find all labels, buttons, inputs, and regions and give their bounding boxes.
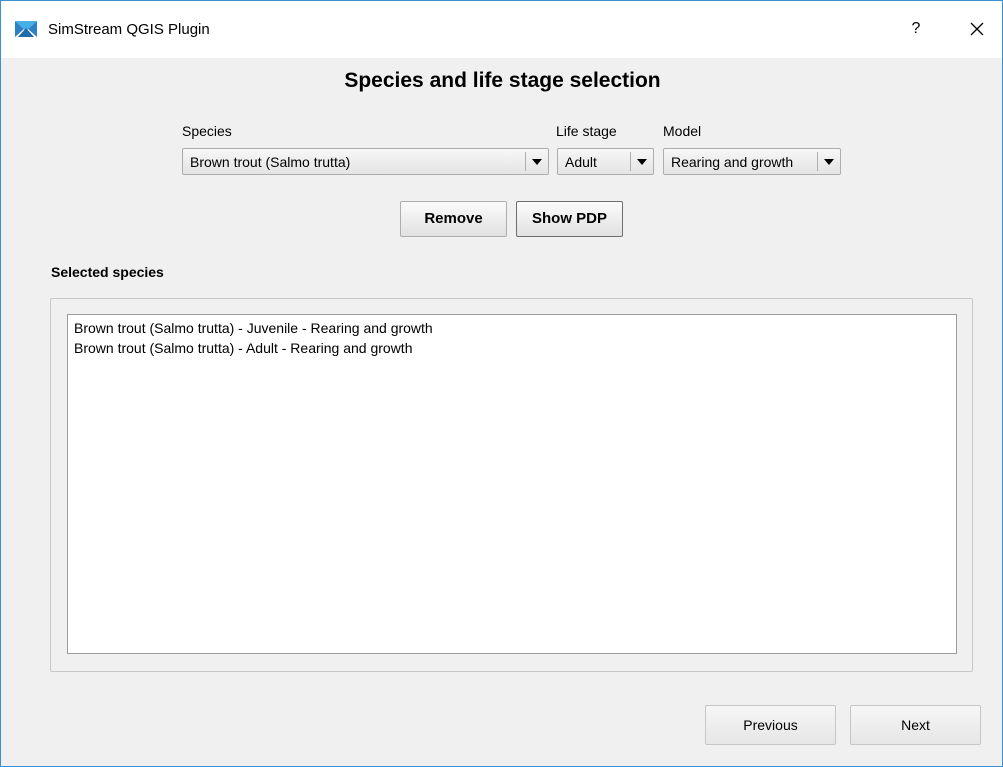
previous-button[interactable]: Previous [705, 705, 836, 745]
list-item[interactable]: Brown trout (Salmo trutta) - Juvenile - … [74, 318, 950, 338]
close-icon[interactable] [963, 15, 991, 43]
model-label: Model [663, 123, 702, 139]
life-stage-value: Adult [565, 154, 597, 170]
list-item[interactable]: Brown trout (Salmo trutta) - Adult - Rea… [74, 338, 950, 358]
life-stage-label: Life stage [556, 123, 617, 139]
species-dropdown[interactable]: Brown trout (Salmo trutta) [182, 148, 549, 175]
selected-species-list[interactable]: Brown trout (Salmo trutta) - Juvenile - … [67, 314, 957, 654]
window-title: SimStream QGIS Plugin [48, 21, 210, 38]
title-bar: SimStream QGIS Plugin ? [1, 1, 1002, 58]
dropdown-separator [817, 152, 818, 171]
chevron-down-icon [637, 159, 647, 165]
next-button[interactable]: Next [850, 705, 981, 745]
model-dropdown[interactable]: Rearing and growth [663, 148, 841, 175]
remove-button[interactable]: Remove [400, 201, 507, 237]
model-value: Rearing and growth [671, 154, 794, 170]
chevron-down-icon [532, 159, 542, 165]
chevron-down-icon [824, 159, 834, 165]
species-value: Brown trout (Salmo trutta) [190, 154, 351, 170]
help-button[interactable]: ? [904, 17, 928, 41]
selected-species-label: Selected species [51, 264, 164, 280]
dropdown-separator [525, 152, 526, 171]
species-label: Species [182, 123, 232, 139]
dropdown-separator [630, 152, 631, 171]
life-stage-dropdown[interactable]: Adult [557, 148, 654, 175]
show-pdp-button[interactable]: Show PDP [516, 201, 623, 237]
page-title: Species and life stage selection [344, 69, 661, 92]
simstream-logo-icon [15, 19, 37, 39]
dialog-window: SimStream QGIS Plugin ? Species and life… [0, 0, 1003, 767]
